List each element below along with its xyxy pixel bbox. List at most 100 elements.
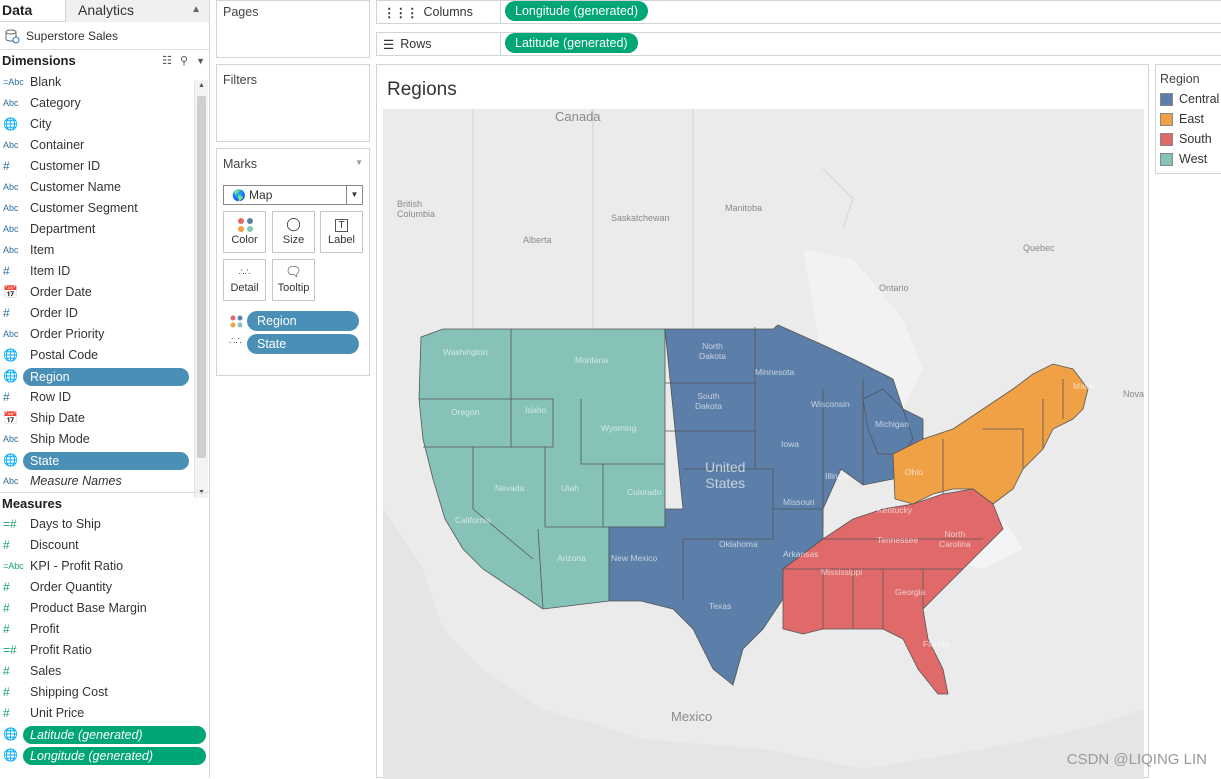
tooltip-button[interactable]: 🗨 Tooltip [272,259,315,301]
text-icon: Abc [3,182,19,192]
state-label-idaho: Idaho [525,405,547,415]
dimension-field[interactable]: # Row ID [0,387,209,408]
pages-shelf[interactable]: Pages [216,0,370,58]
map-label-alberta: Alberta [523,235,552,245]
dimension-field[interactable]: 🌐 Region [0,366,209,387]
longitude-pill[interactable]: Longitude (generated) [505,1,649,21]
map-label-manitoba: Manitoba [725,203,763,213]
rows-icon: ☰ [383,37,395,52]
measure-field[interactable]: # Discount [0,535,209,556]
tab-data[interactable]: Data [0,0,66,22]
label-button[interactable]: T Label [320,211,363,253]
number-icon: # [3,264,10,278]
chevron-down-icon[interactable]: ▼ [196,50,205,72]
state-label-south-dakota: South Dakota [695,391,722,411]
dimension-field[interactable]: 🌐 City [0,114,209,135]
measure-field[interactable]: # Unit Price [0,703,209,724]
dimension-field[interactable]: 📅 Order Date [0,282,209,303]
legend-label: South [1179,132,1212,146]
field-label: Blank [30,75,62,89]
measure-field[interactable]: # Product Base Margin [0,598,209,619]
filters-shelf[interactable]: Filters [216,64,370,142]
map-canvas[interactable]: Canada British Columbia Alberta Saskatche… [383,109,1144,779]
dimension-field[interactable]: # Customer ID [0,156,209,177]
dimension-field[interactable]: Abc Category [0,93,209,114]
color-button[interactable]: Color [223,211,266,253]
dimension-field[interactable]: Abc Customer Name [0,177,209,198]
map-label-us: United States [705,459,746,491]
state-pill[interactable]: State [247,334,359,354]
dimensions-scrollbar[interactable]: ▲ ▼ [194,80,208,498]
dimension-field[interactable]: # Order ID [0,303,209,324]
field-label: Measure Names [30,474,122,488]
watermark: CSDN @LIQING LIN [1066,751,1207,768]
state-label-illinois: Illinois [825,471,849,481]
measure-field[interactable]: # Profit [0,619,209,640]
measure-field[interactable]: =# Days to Ship [0,514,209,535]
tab-analytics[interactable]: Analytics ▲ [66,0,209,22]
dimension-field[interactable]: # Item ID [0,261,209,282]
columns-icon: ⋮⋮⋮ [383,5,418,20]
field-label: Profit [30,622,60,636]
marks-title: Marks [223,157,258,171]
field-label: Category [30,96,81,110]
text-icon: Abc [3,245,19,255]
dimension-field[interactable]: Abc Department [0,219,209,240]
number-icon: # [3,580,10,594]
dimension-field[interactable]: Abc Measure Names [0,471,209,492]
state-label-iowa: Iowa [781,439,799,449]
dimension-field[interactable]: Abc Container [0,135,209,156]
measure-field[interactable]: # Order Quantity [0,577,209,598]
dimension-field[interactable]: 🌐 Postal Code [0,345,209,366]
region-pill[interactable]: Region [247,311,359,331]
columns-label: Columns [423,5,473,19]
legend-item[interactable]: West [1156,149,1221,169]
dimensions-scroll-thumb[interactable] [197,96,206,458]
measure-field[interactable]: =Abc KPI - Profit Ratio [0,556,209,577]
measure-field[interactable]: 🌐 Latitude (generated) [0,724,209,745]
text-icon: Abc [3,140,19,150]
legend-item[interactable]: Central [1156,89,1221,109]
state-label-kentucky: Kentucky [877,505,912,515]
search-icon[interactable]: ⚲ [180,50,188,72]
dimension-field[interactable]: =Abc Blank [0,72,209,93]
tab-analytics-label: Analytics [78,2,135,18]
marks-field-state[interactable]: ∴∴ State [217,334,369,356]
detail-button[interactable]: ∴∴ Detail [223,259,266,301]
state-label-minnesota: Minnesota [755,367,795,377]
state-label-maine: Maine [1073,381,1097,391]
detail-icon: ∴∴ [229,336,242,347]
rows-shelf[interactable]: ☰ Rows Latitude (generated) [376,32,1221,56]
dimension-field[interactable]: Abc Customer Segment [0,198,209,219]
scroll-up-icon[interactable]: ▲ [198,82,205,89]
measure-field[interactable]: =# Profit Ratio [0,640,209,661]
state-label-utah: Utah [561,483,579,493]
columns-shelf[interactable]: ⋮⋮⋮ Columns Longitude (generated) [376,0,1221,24]
legend-label: West [1179,152,1208,166]
legend-item[interactable]: East [1156,109,1221,129]
detail-icon: ∴∴ [238,267,251,277]
dimension-field[interactable]: 🌐 State [0,450,209,471]
state-label-michigan: Michigan [875,419,910,429]
mark-type-select[interactable]: 🌎 Map ▼ [223,185,363,205]
marks-menu-icon[interactable]: ▼ [355,158,363,167]
measure-field[interactable]: 🌐 Longitude (generated) [0,745,209,766]
dimension-field[interactable]: Abc Ship Mode [0,429,209,450]
map-label-ontario: Ontario [879,283,909,293]
legend-item[interactable]: South [1156,129,1221,149]
list-view-icon[interactable]: ☷ [162,50,172,72]
measure-field[interactable]: # Shipping Cost [0,682,209,703]
map-icon: 🌎 [232,190,246,202]
latitude-pill[interactable]: Latitude (generated) [505,33,638,53]
state-label-florida: Florida [923,639,949,649]
dimension-field[interactable]: 📅 Ship Date [0,408,209,429]
dimension-field[interactable]: Abc Item [0,240,209,261]
size-button[interactable]: ◯ Size [272,211,315,253]
globe-icon: 🌐 [3,348,18,362]
region-legend: Region Central East South West [1155,64,1221,174]
text-icon: Abc [3,98,19,108]
measure-field[interactable]: # Sales [0,661,209,682]
marks-field-region[interactable]: Region [217,311,369,333]
datasource-row[interactable]: Superstore Sales [0,22,209,50]
dimension-field[interactable]: Abc Order Priority [0,324,209,345]
